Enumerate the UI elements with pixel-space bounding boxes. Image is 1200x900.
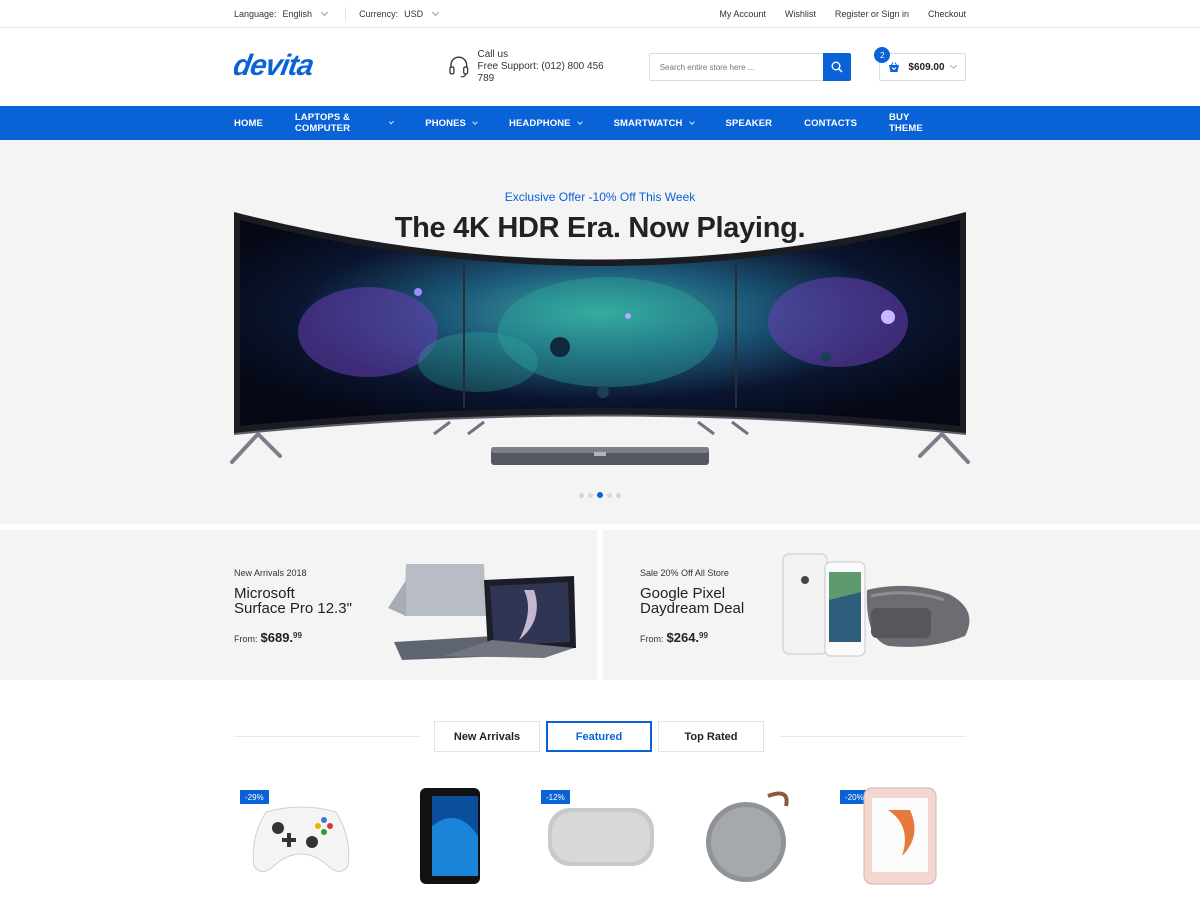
slider-dot-active[interactable] bbox=[597, 492, 603, 498]
product-tabs-section: New Arrivals Featured Top Rated bbox=[0, 680, 1200, 784]
svg-text:devita: devita bbox=[234, 51, 316, 81]
support-phone: Free Support: (012) 800 456 789 bbox=[477, 61, 604, 84]
slider-dot[interactable] bbox=[579, 492, 584, 498]
search-input[interactable] bbox=[649, 54, 824, 80]
currency-label: Currency: bbox=[359, 8, 399, 19]
support-call-label: Call us bbox=[477, 49, 509, 60]
nav-speaker[interactable]: SPEAKER bbox=[726, 118, 773, 129]
banner-price: From: $264.99 bbox=[640, 630, 708, 645]
language-label: Language: bbox=[234, 8, 277, 19]
chevron-down-icon bbox=[321, 8, 329, 16]
chevron-down-icon bbox=[388, 118, 395, 125]
promo-banner-pixel[interactable]: Sale 20% Off All Store Google Pixel Dayd… bbox=[603, 530, 1200, 680]
cart-total: $609.00 bbox=[908, 61, 945, 73]
chevron-down-icon bbox=[688, 118, 695, 125]
banner-tag: Sale 20% Off All Store bbox=[640, 568, 729, 578]
checkout-link[interactable]: Checkout bbox=[928, 9, 966, 19]
search-bar bbox=[648, 53, 852, 81]
promo-banners: New Arrivals 2018 Microsoft Surface Pro … bbox=[0, 530, 1200, 680]
currency-selector[interactable]: Currency: USD bbox=[359, 8, 440, 19]
support-block: Call us Free Support: (012) 800 456 789 bbox=[448, 49, 621, 85]
nav-laptops-computer[interactable]: LAPTOPS & COMPUTER bbox=[295, 112, 395, 134]
surface-laptop-image bbox=[388, 564, 576, 660]
tab-featured[interactable]: Featured bbox=[546, 721, 652, 752]
headphone-support-icon bbox=[449, 56, 469, 78]
search-icon bbox=[831, 61, 843, 73]
chevron-down-icon bbox=[472, 118, 478, 125]
chevron-down-icon bbox=[576, 118, 583, 125]
cart-button[interactable]: 2 $609.00 bbox=[874, 47, 966, 81]
product-tabs: New Arrivals Featured Top Rated bbox=[434, 721, 764, 752]
product-image-game-controller[interactable] bbox=[248, 798, 354, 878]
nav-headphone[interactable]: HEADPHONE bbox=[509, 118, 583, 129]
basket-icon bbox=[889, 61, 900, 72]
header: devita Call us Free Support: (012) 800 4… bbox=[0, 28, 1200, 106]
chevron-down-icon bbox=[432, 8, 440, 16]
register-signin-link[interactable]: Register or Sign in bbox=[835, 9, 909, 19]
nav-phones[interactable]: PHONES bbox=[425, 118, 478, 129]
hero-offer: Exclusive Offer -10% Off This Week bbox=[504, 190, 696, 204]
curved-tv-image bbox=[230, 212, 970, 465]
nav-home[interactable]: HOME bbox=[234, 118, 263, 129]
slider-dot[interactable] bbox=[607, 492, 612, 498]
promo-banner-surface[interactable]: New Arrivals 2018 Microsoft Surface Pro … bbox=[0, 530, 597, 680]
divider bbox=[234, 736, 420, 737]
divider bbox=[345, 6, 347, 21]
discount-badge: -12% bbox=[541, 790, 570, 804]
banner-product-name: Microsoft Surface Pro 12.3" bbox=[234, 585, 352, 617]
currency-value: USD bbox=[404, 8, 424, 19]
product-image-speaker-grey[interactable] bbox=[546, 804, 656, 870]
slider-dot[interactable] bbox=[588, 492, 593, 498]
banner-price: From: $689.99 bbox=[234, 630, 302, 645]
language-selector[interactable]: Language: English bbox=[234, 8, 329, 19]
pixel-daydream-image bbox=[782, 553, 970, 657]
nav-contacts[interactable]: CONTACTS bbox=[804, 118, 857, 129]
chevron-down-icon bbox=[949, 61, 957, 70]
product-grid: -29% -12% -20% bbox=[0, 784, 1200, 899]
nav-smartwatch[interactable]: SMARTWATCH bbox=[614, 118, 695, 129]
product-image-smartphone[interactable] bbox=[418, 786, 482, 886]
slider-dot[interactable] bbox=[616, 492, 621, 498]
my-account-link[interactable]: My Account bbox=[719, 9, 766, 19]
wishlist-link[interactable]: Wishlist bbox=[785, 9, 816, 19]
tab-new-arrivals[interactable]: New Arrivals bbox=[434, 721, 540, 752]
main-nav: HOME LAPTOPS & COMPUTER PHONES HEADPHONE… bbox=[0, 106, 1200, 140]
divider bbox=[780, 736, 966, 737]
search-button[interactable] bbox=[823, 53, 852, 81]
language-value: English bbox=[282, 8, 313, 19]
hero-slider[interactable]: Exclusive Offer -10% Off This Week The 4… bbox=[0, 140, 1200, 524]
slider-dots bbox=[0, 492, 1200, 498]
nav-buy-theme[interactable]: BUY THEME bbox=[889, 112, 934, 134]
product-image-iphone-rose[interactable] bbox=[862, 786, 938, 886]
banner-tag: New Arrivals 2018 bbox=[234, 568, 307, 578]
banner-product-name: Google Pixel Daydream Deal bbox=[640, 585, 745, 617]
tab-top-rated[interactable]: Top Rated bbox=[658, 721, 764, 752]
logo[interactable]: devita bbox=[234, 51, 362, 81]
product-image-speaker-round[interactable] bbox=[702, 786, 798, 884]
top-bar: Language: English Currency: USD My Accou… bbox=[0, 0, 1200, 28]
